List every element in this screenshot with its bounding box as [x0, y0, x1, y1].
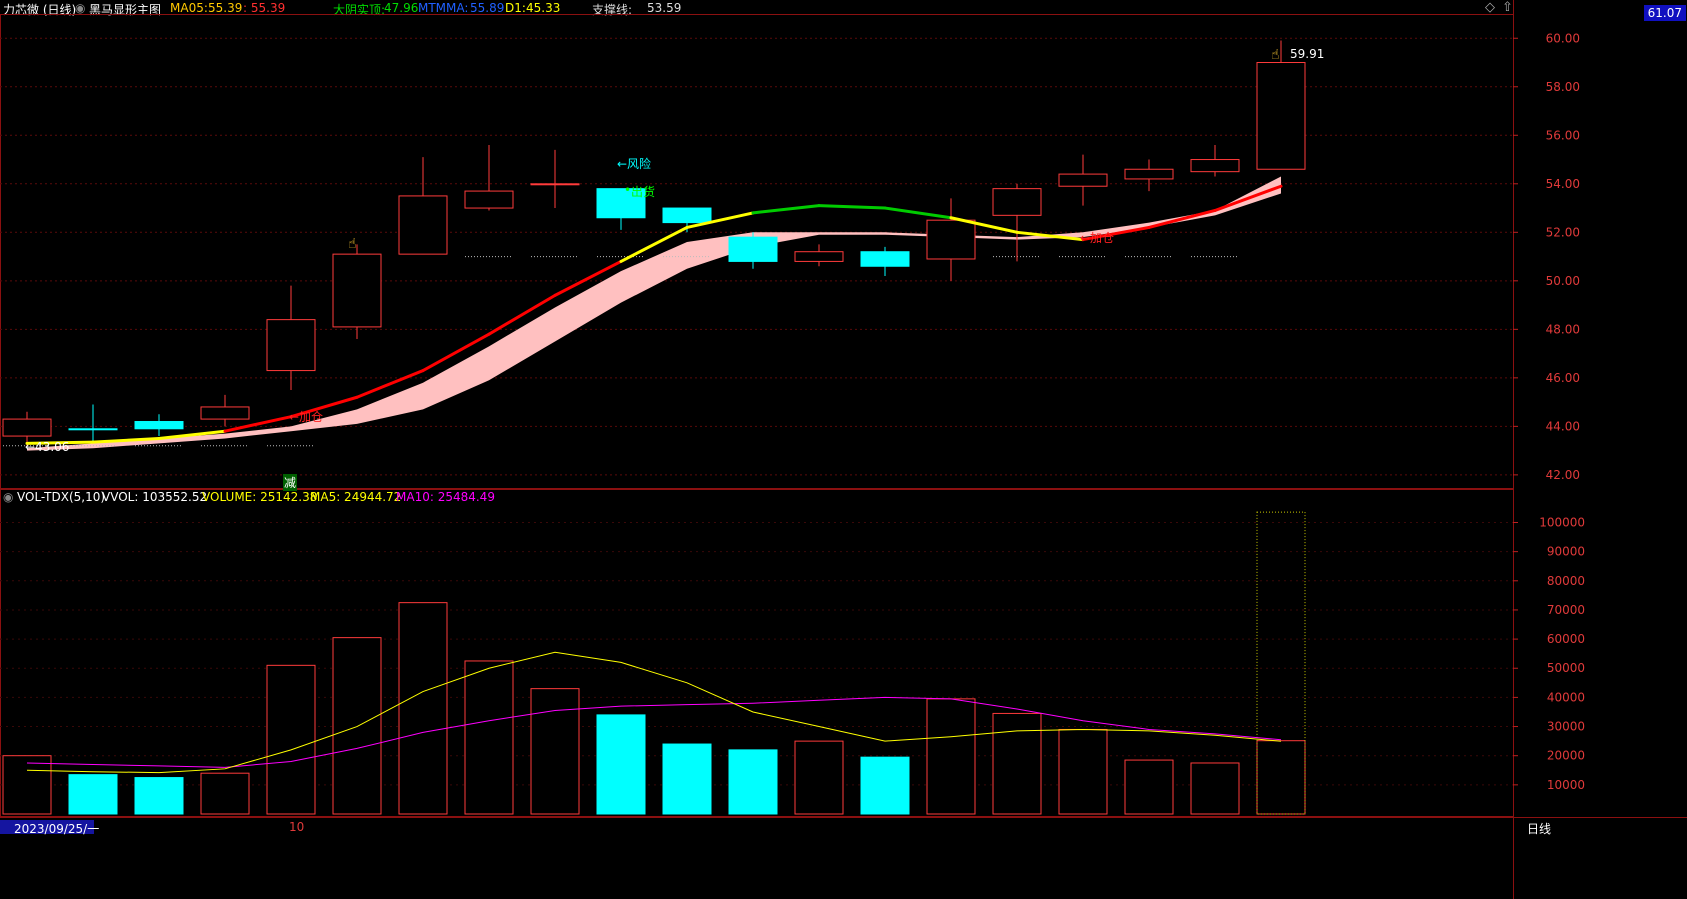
candle-body [464, 190, 514, 209]
candle-body [926, 219, 976, 260]
volume-tick-label: 80000 [1547, 574, 1585, 588]
volume-bar [464, 660, 514, 815]
volume-bar [1256, 740, 1306, 815]
candle-body [530, 183, 580, 186]
volume-bar [266, 664, 316, 815]
volume-bar [2, 755, 52, 815]
volume-tick-label: 20000 [1547, 749, 1585, 763]
candle-body [1256, 62, 1306, 170]
candle-body [2, 418, 52, 437]
price-tick-label: 58.00 [1546, 80, 1580, 94]
volume-bar [662, 743, 712, 815]
jiacang-annotation-1: ←加仓 [289, 410, 324, 424]
volume-bar [332, 637, 382, 815]
candle-body [1124, 168, 1174, 180]
volume-bar [728, 749, 778, 815]
volume-bar [530, 688, 580, 815]
candle-body [728, 236, 778, 262]
volume-bar [200, 772, 250, 815]
jian-marker: 减 [283, 474, 298, 491]
price-tick-label: 54.00 [1546, 177, 1580, 191]
volume-bar [1190, 762, 1240, 815]
volume-bar [926, 698, 976, 815]
volume-bar [68, 774, 118, 815]
price-tick-label: 44.00 [1546, 419, 1580, 433]
volume-tick-label: 60000 [1547, 632, 1585, 646]
ma05-line-segment [1213, 184, 1283, 212]
candle-body [992, 188, 1042, 216]
volume-bar [1058, 728, 1108, 815]
candle-body [68, 428, 118, 431]
volume-bar [794, 740, 844, 815]
risk-annotation: ←风险 [617, 157, 652, 171]
candle-body [200, 406, 250, 420]
volume-tick-label: 50000 [1547, 661, 1585, 675]
price-tick-label: 42.00 [1546, 468, 1580, 482]
hand-pointer-icon-2: ☝ [1271, 47, 1280, 63]
ma05-line-segment [751, 204, 821, 215]
candle-body [794, 251, 844, 262]
volume-bar [398, 602, 448, 815]
candle-body [1190, 159, 1240, 173]
price-tick-label: 52.00 [1546, 225, 1580, 239]
ma05-line-segment [817, 204, 887, 210]
price-tick-label: 50.00 [1546, 274, 1580, 288]
candle-body [1058, 173, 1108, 187]
candle-body [134, 421, 184, 430]
price-tick-label: 56.00 [1546, 128, 1580, 142]
volume-bar [596, 714, 646, 815]
volume-tick-label: 70000 [1547, 603, 1585, 617]
candle-body [860, 251, 910, 267]
candle-body [332, 253, 382, 328]
ma05-line-segment [883, 206, 953, 220]
volume-bar [992, 712, 1042, 815]
price-tick-label: 46.00 [1546, 371, 1580, 385]
candle-body [266, 319, 316, 372]
candle-body [398, 195, 448, 255]
date-cursor-label: 2023/09/25/一 [0, 820, 99, 836]
period-label[interactable]: 日线 [1527, 820, 1551, 837]
month-label: 10 [289, 820, 305, 834]
volume-tick-label: 90000 [1547, 545, 1585, 559]
volume-bar [860, 756, 910, 815]
volume-bar [134, 777, 184, 815]
chart-window: 力芯微 (日线) ◉ 黑马显形主图 MA05: 55.39 : 55.39 大阴… [0, 0, 1687, 899]
price-tick-label: 60.00 [1546, 31, 1580, 45]
candle-body [662, 207, 712, 224]
hand-pointer-icon-1: ☝ [348, 236, 357, 252]
jiacang-annotation-2: ←加仓 [1080, 231, 1115, 245]
chart-canvas[interactable]: 60.00 58.00 56.00 54.00 52.00 50.00 48.00 46.00… [0, 0, 1687, 899]
low-price-label: ←43.06 [25, 440, 70, 454]
volume-bar [1124, 759, 1174, 815]
volume-tick-label: 30000 [1547, 720, 1585, 734]
volume-tick-label: 40000 [1547, 690, 1585, 704]
price-tick-label: 48.00 [1546, 322, 1580, 336]
high-price-label: 59.91 [1290, 47, 1325, 61]
volume-tick-label: 10000 [1547, 778, 1585, 792]
ma05-line-segment [1147, 208, 1217, 229]
chuhuo-annotation: 出货 [631, 185, 656, 199]
volume-tick-label: 100000 [1539, 515, 1585, 529]
